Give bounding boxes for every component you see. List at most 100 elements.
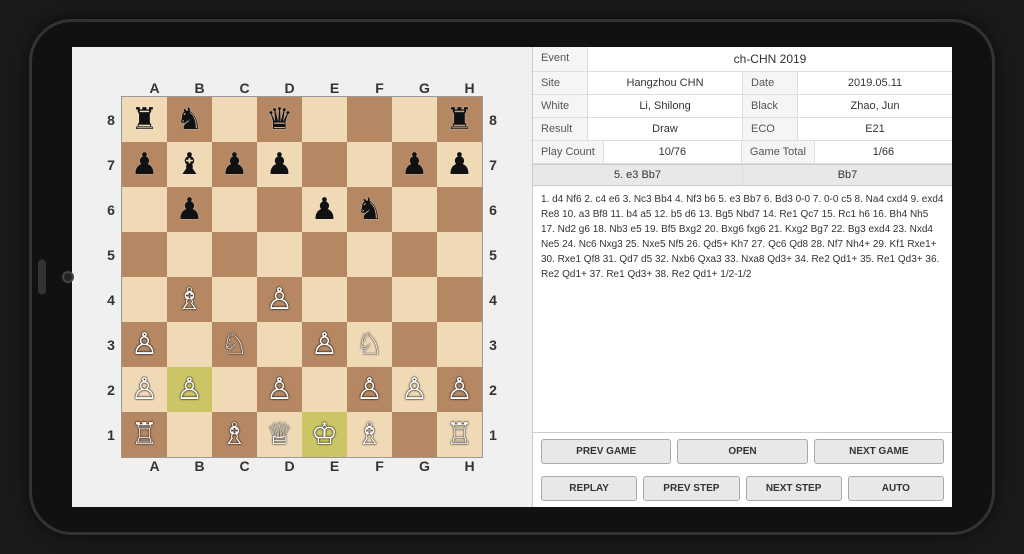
chess-board[interactable]: ♜♞♛♜♟♝♟♟♟♟♟♟♞♗♙♙♘♙♘♙♙♙♙♙♙♖♗♕♔♗♖	[121, 96, 483, 458]
chess-piece: ♔	[311, 420, 338, 450]
chess-piece: ♟	[221, 150, 248, 180]
chess-cell[interactable]: ♖	[122, 412, 167, 457]
chess-cell[interactable]	[392, 412, 437, 457]
chess-cell[interactable]	[257, 232, 302, 277]
chess-cell[interactable]	[302, 232, 347, 277]
chess-piece: ♘	[356, 330, 383, 360]
chess-cell[interactable]: ♙	[167, 367, 212, 412]
chess-cell[interactable]: ♞	[167, 97, 212, 142]
chess-cell[interactable]	[167, 322, 212, 367]
rank-label: 4	[483, 277, 503, 322]
chess-cell[interactable]: ♘	[212, 322, 257, 367]
chess-cell[interactable]: ♙	[392, 367, 437, 412]
chess-cell[interactable]: ♟	[392, 142, 437, 187]
chess-cell[interactable]	[392, 277, 437, 322]
chess-cell[interactable]: ♜	[122, 97, 167, 142]
chess-cell[interactable]	[347, 277, 392, 322]
camera-icon	[62, 271, 74, 283]
chess-cell[interactable]	[347, 142, 392, 187]
chess-cell[interactable]: ♗	[347, 412, 392, 457]
chess-cell[interactable]: ♞	[347, 187, 392, 232]
chess-piece: ♟	[401, 150, 428, 180]
chess-piece: ♙	[356, 375, 383, 405]
col-label: B	[177, 80, 222, 96]
chess-piece: ♙	[401, 375, 428, 405]
chess-cell[interactable]: ♕	[257, 412, 302, 457]
chess-cell[interactable]: ♝	[167, 142, 212, 187]
rank-label: 7	[101, 142, 121, 187]
chess-cell[interactable]	[302, 97, 347, 142]
col-labels-bottom: ABCDEFGH	[132, 458, 492, 474]
rank-label: 3	[101, 322, 121, 367]
chess-cell[interactable]: ♟	[122, 142, 167, 187]
chess-cell[interactable]	[437, 322, 482, 367]
gametotal-label: Game Total	[742, 141, 815, 163]
chess-cell[interactable]	[392, 322, 437, 367]
chess-cell[interactable]: ♘	[347, 322, 392, 367]
chess-cell[interactable]: ♜	[437, 97, 482, 142]
chess-cell[interactable]: ♛	[257, 97, 302, 142]
chess-piece: ♟	[176, 195, 203, 225]
chess-cell[interactable]	[167, 412, 212, 457]
chess-cell[interactable]: ♟	[212, 142, 257, 187]
chess-cell[interactable]: ♗	[167, 277, 212, 322]
prev-game-button[interactable]: PREV GAME	[541, 439, 671, 464]
chess-cell[interactable]	[122, 232, 167, 277]
chess-cell[interactable]: ♙	[347, 367, 392, 412]
auto-button[interactable]: AUTO	[848, 476, 944, 501]
replay-button[interactable]: REPLAY	[541, 476, 637, 501]
prev-step-button[interactable]: PREV STEP	[643, 476, 739, 501]
site-label: Site	[533, 72, 588, 94]
chess-cell[interactable]: ♟	[302, 187, 347, 232]
chess-cell[interactable]	[392, 97, 437, 142]
chess-cell[interactable]: ♟	[257, 142, 302, 187]
board-with-ranks: 87654321 ♜♞♛♜♟♝♟♟♟♟♟♟♞♗♙♙♘♙♘♙♙♙♙♙♙♖♗♕♔♗♖…	[101, 96, 503, 458]
chess-cell[interactable]	[302, 277, 347, 322]
chess-cell[interactable]	[437, 277, 482, 322]
chess-cell[interactable]: ♙	[437, 367, 482, 412]
chess-cell[interactable]	[122, 277, 167, 322]
chess-cell[interactable]	[392, 232, 437, 277]
col-label: A	[132, 458, 177, 474]
chess-piece: ♙	[311, 330, 338, 360]
chess-cell[interactable]: ♟	[437, 142, 482, 187]
chess-cell[interactable]	[257, 322, 302, 367]
chess-cell[interactable]	[302, 367, 347, 412]
chess-cell[interactable]	[167, 232, 212, 277]
chess-cell[interactable]	[347, 232, 392, 277]
chess-cell[interactable]: ♙	[257, 277, 302, 322]
chess-cell[interactable]: ♖	[437, 412, 482, 457]
chess-cell[interactable]: ♗	[212, 412, 257, 457]
chess-cell[interactable]	[257, 187, 302, 232]
chess-piece: ♞	[356, 195, 383, 225]
chess-cell[interactable]: ♙	[257, 367, 302, 412]
chess-cell[interactable]	[212, 232, 257, 277]
playcount-value: 10/76	[604, 141, 742, 163]
gametotal-value: 1/66	[815, 141, 952, 163]
chess-cell[interactable]: ♙	[302, 322, 347, 367]
buttons-section: PREV GAME OPEN NEXT GAME REPLAY PREV STE…	[533, 432, 952, 507]
next-game-button[interactable]: NEXT GAME	[814, 439, 944, 464]
chess-cell[interactable]: ♙	[122, 322, 167, 367]
chess-cell[interactable]	[347, 97, 392, 142]
chess-cell[interactable]	[302, 142, 347, 187]
chess-cell[interactable]	[437, 232, 482, 277]
event-label: Event	[533, 47, 588, 71]
chess-cell[interactable]	[437, 187, 482, 232]
rank-label: 6	[101, 187, 121, 232]
chess-cell[interactable]	[122, 187, 167, 232]
chess-cell[interactable]: ♟	[167, 187, 212, 232]
open-button[interactable]: OPEN	[677, 439, 807, 464]
col-label: H	[447, 458, 492, 474]
chess-cell[interactable]	[392, 187, 437, 232]
col-label: G	[402, 80, 447, 96]
phone-frame: ABCDEFGH 87654321 ♜♞♛♜♟♝♟♟♟♟♟♟♞♗♙♙♘♙♘♙♙♙…	[32, 22, 992, 532]
chess-cell[interactable]	[212, 277, 257, 322]
chess-cell[interactable]	[212, 97, 257, 142]
chess-cell[interactable]	[212, 187, 257, 232]
chess-cell[interactable]: ♙	[122, 367, 167, 412]
col-label: H	[447, 80, 492, 96]
next-step-button[interactable]: NEXT STEP	[746, 476, 842, 501]
chess-cell[interactable]	[212, 367, 257, 412]
chess-cell[interactable]: ♔	[302, 412, 347, 457]
